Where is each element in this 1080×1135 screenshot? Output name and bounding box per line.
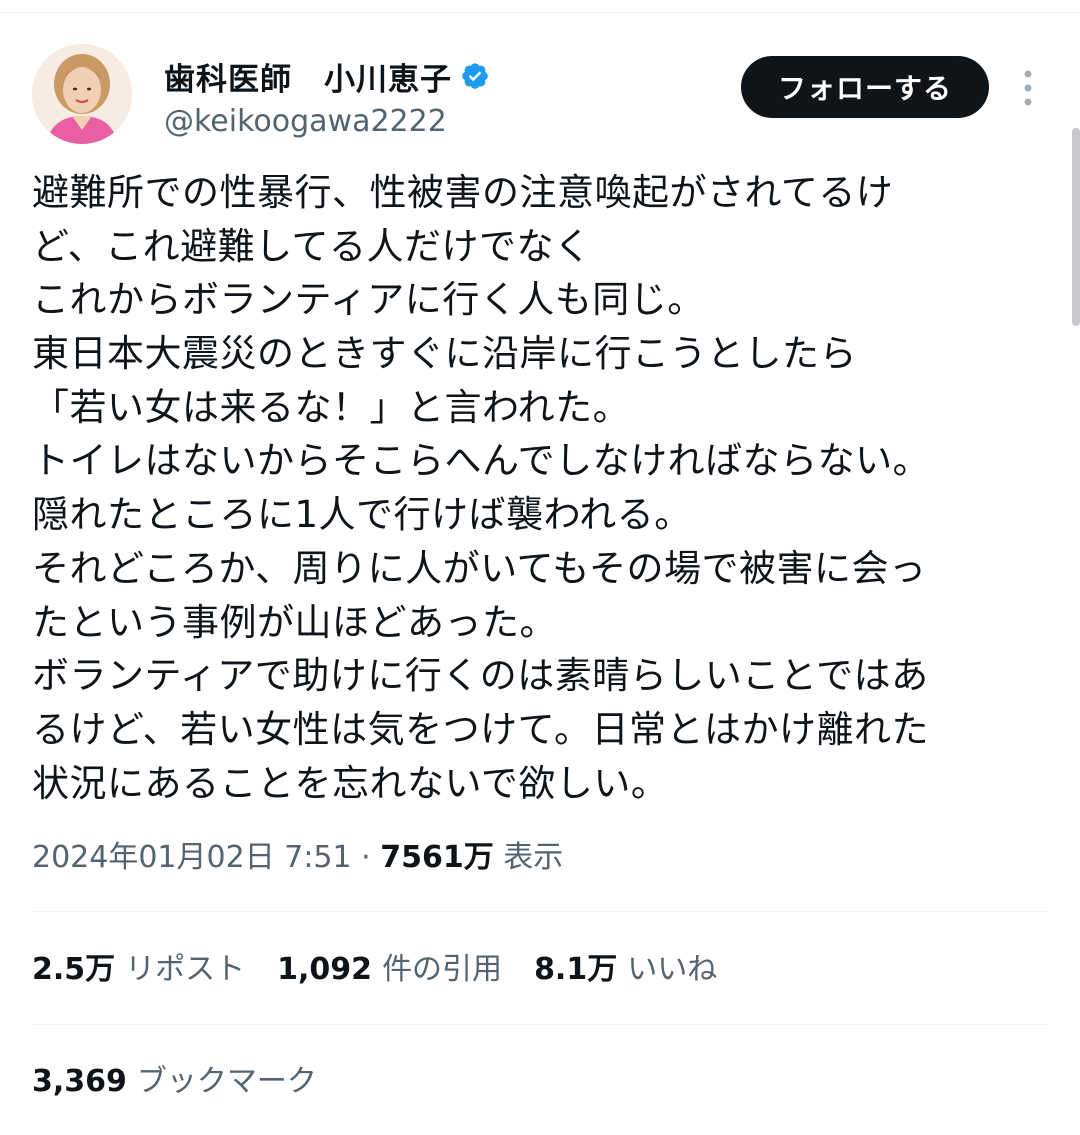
top-divider [0,12,1080,13]
tweet-header: 歯科医師 小川恵子 @keikoogawa2222 フォローする [32,44,1048,144]
tweet-text-line: ボランティアで助けに行くのは素晴らしいことではあ [32,654,929,698]
bookmarks-stat[interactable]: 3,369 ブックマーク [32,1060,317,1104]
engagement-stats: 2.5万 リポスト 1,092 件の引用 8.1万 いいね [32,948,749,992]
avatar[interactable] [32,44,132,144]
scrollbar[interactable] [1072,128,1080,326]
tweet-timestamp[interactable]: 2024年01月02日 7:51 [32,840,352,875]
quotes-label: 件の引用 [382,952,503,987]
reposts-stat[interactable]: 2.5万 リポスト [32,948,245,992]
views-count[interactable]: 7561万 [380,840,494,875]
likes-count: 8.1万 [534,952,618,987]
bookmarks-count: 3,369 [32,1064,127,1099]
bookmarks-label: ブックマーク [136,1064,317,1099]
likes-label: いいね [627,952,718,987]
tweet-text-line: これからボランティアに行く人も同じ。 [32,278,705,322]
tweet-text-line: 東日本大震災のときすぐに沿岸に行こうとしたら [32,332,857,376]
divider [32,1024,1048,1025]
avatar-photo [32,44,132,144]
display-name[interactable]: 歯科医師 小川恵子 [164,54,452,99]
reposts-label: リポスト [125,952,246,987]
tweet-text-line: 状況にあることを忘れないで欲しい。 [32,761,669,805]
quotes-count: 1,092 [277,952,373,987]
views-label: 表示 [493,840,564,875]
tweet-text-line: るけど、若い女性は気をつけて。日常とはかけ離れた [32,707,930,751]
tweet-meta: 2024年01月02日 7:51 · 7561万 表示 [32,836,563,880]
author-handle[interactable]: @keikoogawa2222 [164,102,490,142]
verified-badge-icon[interactable] [460,61,490,91]
meta-separator: · [351,840,381,875]
display-name-row: 歯科医師 小川恵子 [164,54,490,99]
reposts-count: 2.5万 [32,952,116,987]
tweet-text-line: 避難所での性暴行、性被害の注意喚起がされてるけ [32,171,894,214]
follow-button[interactable]: フォローする [741,56,989,118]
author-info: 歯科医師 小川恵子 @keikoogawa2222 [164,56,490,142]
tweet-text: 避難所での性暴行、性被害の注意喚起がされてるけ ど、これ避難してる人だけでなく … [32,166,1032,810]
more-vertical-icon[interactable] [1016,68,1040,108]
divider [32,911,1048,912]
tweet-text-line: 「若い女は来るな！」と言われた。 [32,385,631,429]
tweet-text-line: ど、これ避難してる人だけでなく [32,224,592,268]
quotes-stat[interactable]: 1,092 件の引用 [277,948,502,992]
tweet-text-line: 隠れたところに1人で行けば襲われる。 [32,493,692,537]
tweet-text-line: それどころか、周りに人がいてもその場で被害に会っ [32,546,927,590]
likes-stat[interactable]: 8.1万 いいね [534,948,717,992]
tweet-text-line: たという事例が山ほどあった。 [32,600,557,644]
tweet-text-line: トイレはないからそこらへんでしなければならない。 [32,439,931,483]
